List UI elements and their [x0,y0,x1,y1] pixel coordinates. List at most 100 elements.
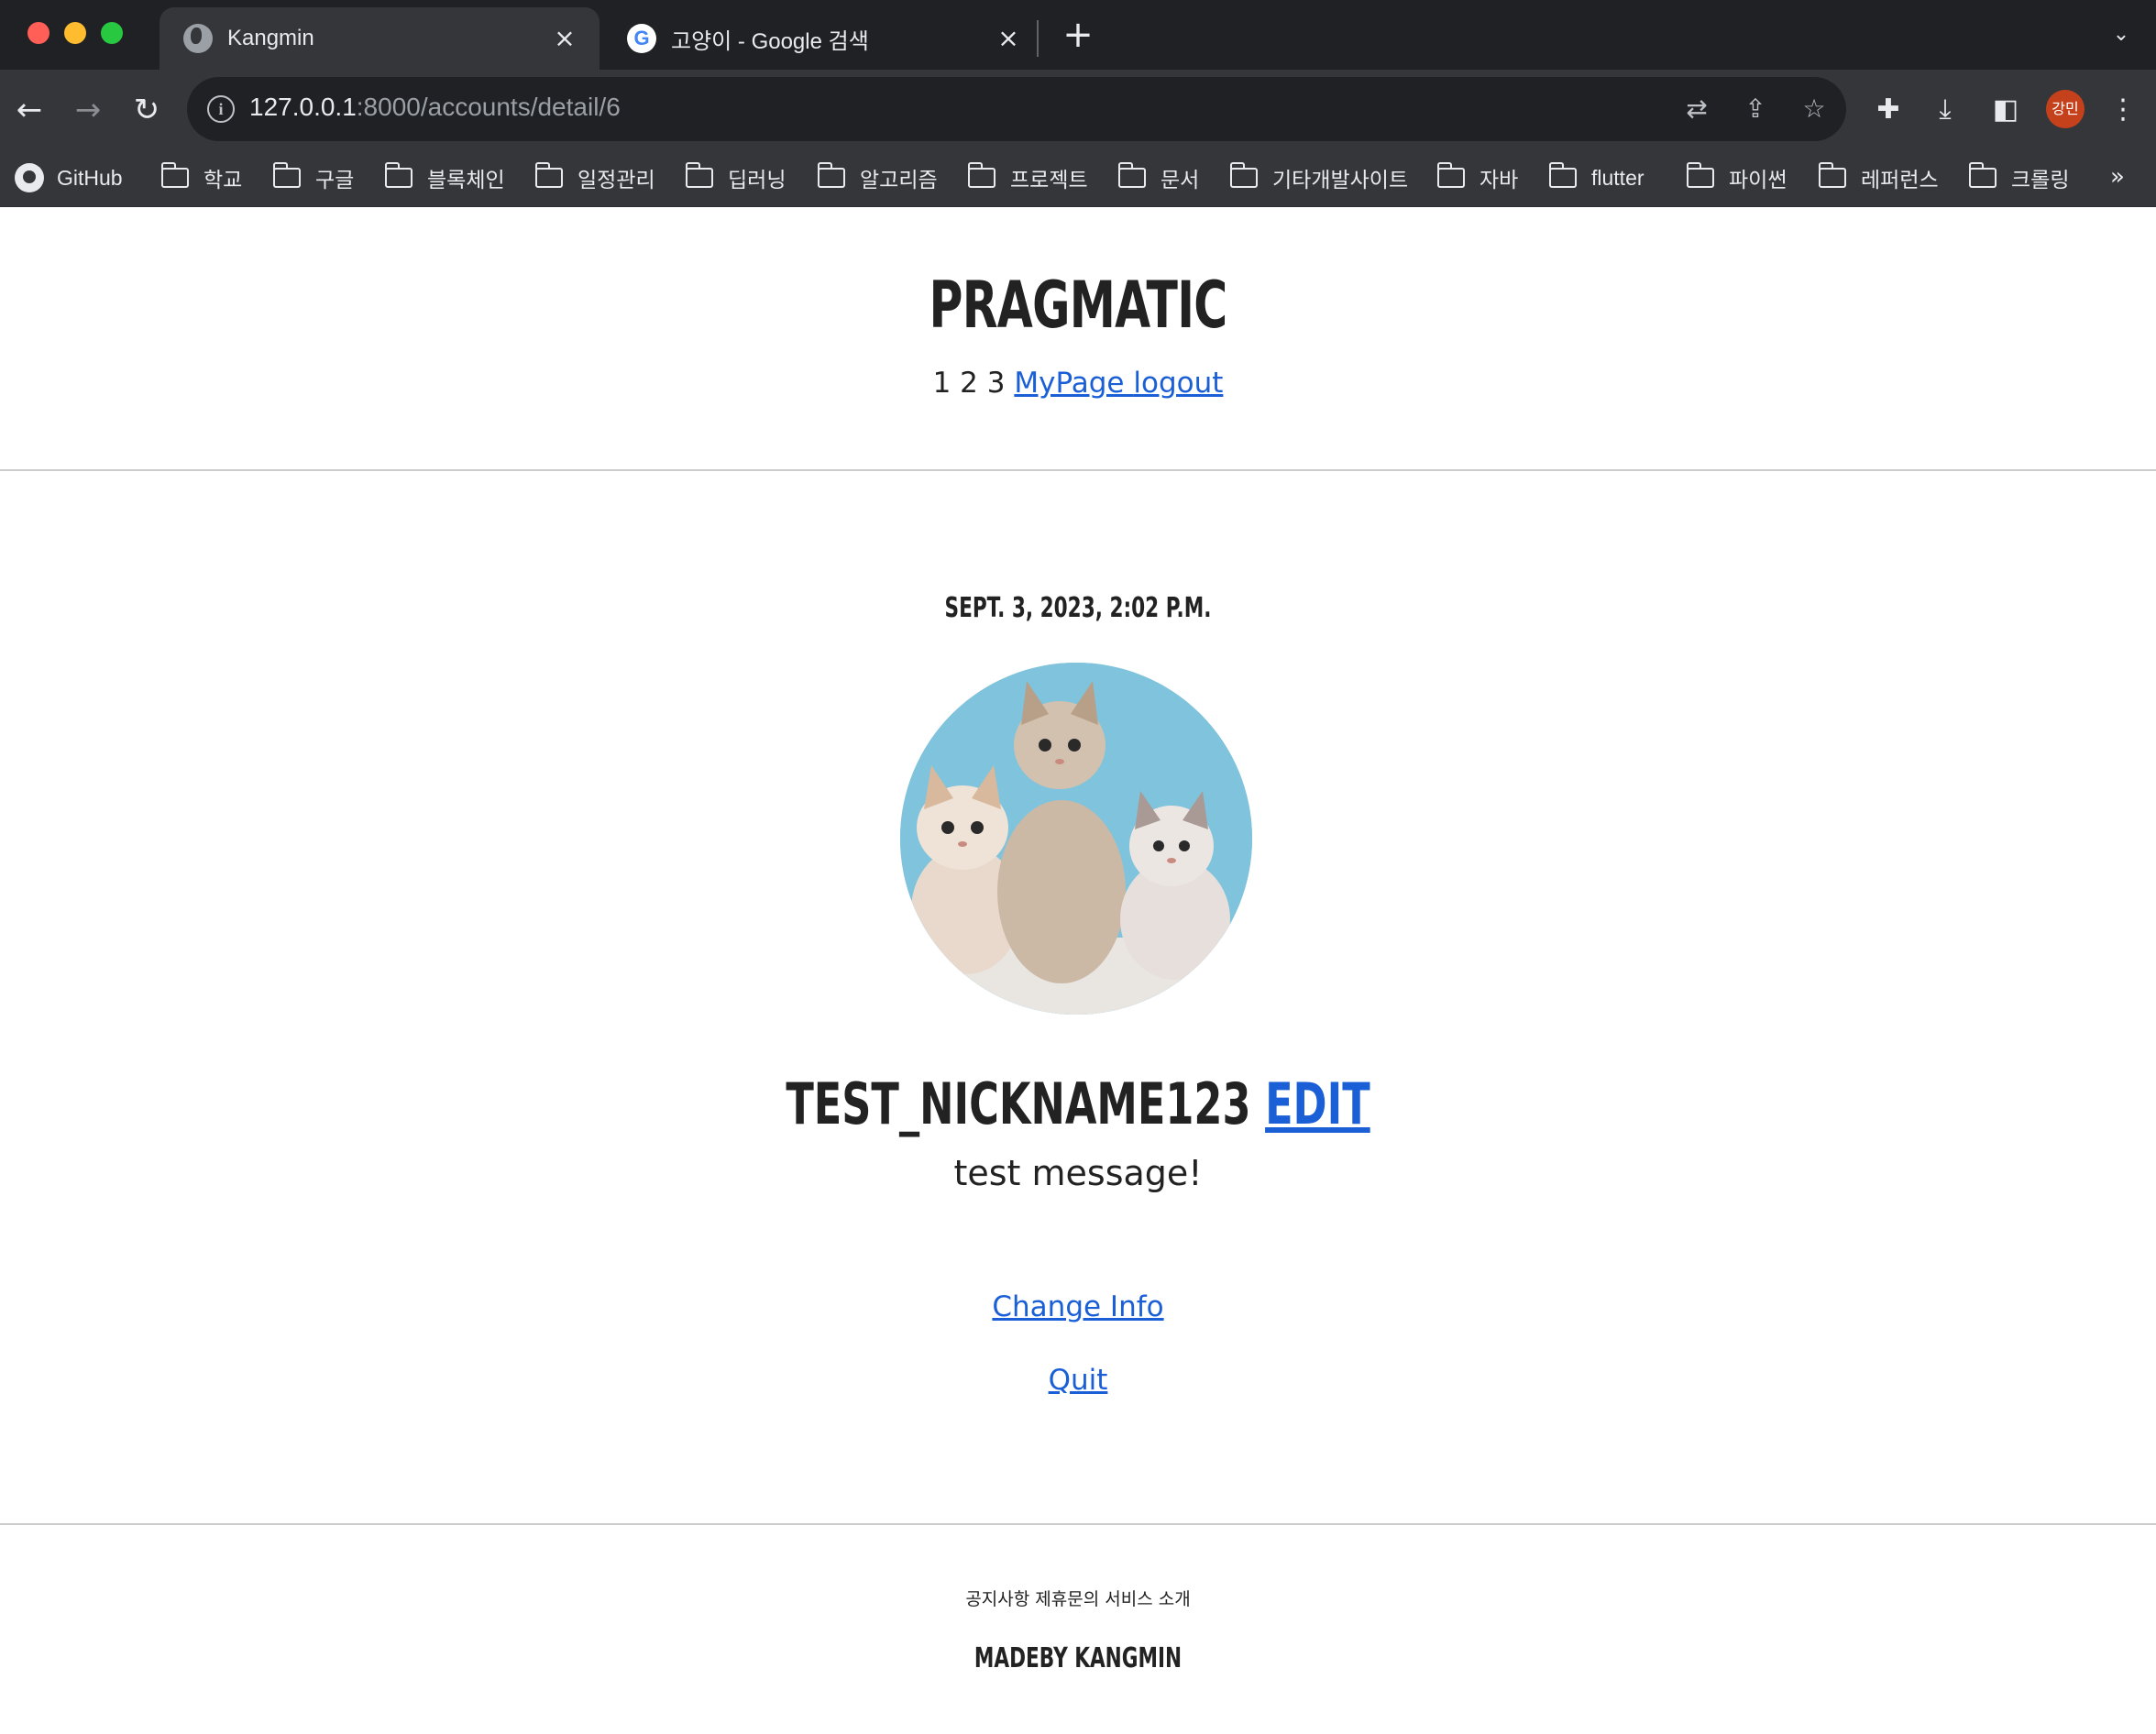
bookmark-folder[interactable]: 문서 [1118,159,1199,196]
folder-icon [686,162,713,188]
url-host: 127.0.0.1 [249,93,357,121]
tab-google-search[interactable]: 고양이 - Google 검색 × [603,7,1043,70]
download-icon[interactable]: ⤓ [1927,92,1964,128]
folder-icon [1118,162,1146,188]
nav-plain-text: 1 2 3 [932,367,1006,400]
google-icon [627,24,656,53]
star-icon[interactable]: ☆ [1798,93,1830,125]
bookmark-label: 블록체인 [427,168,505,192]
bookmark-label: 기타개발사이트 [1272,168,1409,192]
folder-icon [1230,162,1258,188]
tab-separator [1037,20,1039,57]
tab-title: Kangmin [227,26,314,50]
info-icon[interactable]: i [207,95,235,123]
folder-icon [1549,162,1577,188]
profile-image [900,663,1252,1015]
bookmark-label: 문서 [1160,168,1200,192]
bookmark-label: 딥러닝 [728,168,786,192]
new-tab-button[interactable]: + [1060,16,1096,53]
folder-icon [818,162,845,188]
change-info-row: Change Info [0,1290,2156,1323]
bookmarks-bar: GitHub 학교 구글 블록체인 일정관리 딥러닝 알고리즘 프로젝트 문서 … [0,150,2156,207]
nav-space [1125,367,1134,400]
bookmark-folder[interactable]: 파이썬 [1687,159,1787,196]
nickname: test_nickname123 [786,1070,1251,1137]
bookmark-label: 알고리즘 [860,168,938,192]
profile-date: Sept. 3, 2023, 2:02 p.m. [944,592,1212,624]
change-info-link[interactable]: Change Info [992,1290,1163,1323]
profile-message: test message! [953,1153,1203,1193]
url-text[interactable]: 127.0.0.1:8000/accounts/detail/6 [249,93,621,122]
tab-kangmin[interactable]: Kangmin × [160,7,600,70]
bookmark-label: GitHub [57,165,123,190]
profile-avatar[interactable]: 강민 [2046,90,2084,128]
quit-link[interactable]: Quit [1049,1364,1108,1397]
bookmark-folder[interactable]: 일정관리 [535,159,655,196]
mypage-link[interactable]: MyPage [1014,367,1124,400]
kittens-image [900,663,1252,1015]
close-window-button[interactable] [28,22,50,44]
page-content: Pragmatic 1 2 3 MyPage logout Sept. 3, 2… [0,207,2156,1734]
folder-icon [161,162,189,188]
close-icon[interactable]: × [552,26,578,51]
maximize-window-button[interactable] [101,22,123,44]
bookmark-label: 일정관리 [578,168,655,192]
quit-row: Quit [0,1364,2156,1397]
back-arrow-icon[interactable]: ← [6,86,53,134]
folder-icon [385,162,412,188]
bookmark-label: 프로젝트 [1010,168,1088,192]
bookmark-label: 학교 [204,168,243,192]
bookmark-folder[interactable]: flutter [1549,159,1644,196]
bookmark-folder[interactable]: 기타개발사이트 [1230,159,1408,196]
bookmark-github[interactable]: GitHub [15,159,123,196]
globe-icon [183,24,213,53]
edit-link[interactable]: edit [1265,1070,1370,1137]
nickname-row: test_nickname123 edit [302,1070,1854,1137]
tab-title: 고양이 - Google 검색 [671,28,869,54]
forward-arrow-icon[interactable]: → [64,86,112,134]
url-path: :8000/accounts/detail/6 [356,93,621,121]
github-icon [15,163,44,192]
bookmark-label: 파이썬 [1729,168,1788,192]
bookmark-folder[interactable]: 알고리즘 [818,159,938,196]
divider [0,469,2156,471]
bookmark-label: 레퍼런스 [1861,168,1939,192]
more-bookmarks-button[interactable]: » [2110,163,2125,191]
folder-icon [273,162,301,188]
logout-link[interactable]: logout [1133,367,1223,400]
side-panel-icon[interactable]: ◧ [1987,92,2024,128]
bookmark-folder[interactable]: 딥러닝 [686,159,786,196]
site-logo[interactable]: Pragmatic [302,268,1854,343]
bookmark-folder[interactable]: 자바 [1437,159,1518,196]
divider [0,1523,2156,1525]
bookmark-label: 자바 [1480,168,1519,192]
folder-icon [1819,162,1846,188]
bookmark-folder[interactable]: 구글 [273,159,354,196]
bookmark-folder[interactable]: 레퍼런스 [1819,159,1939,196]
footer-links: 공지사항 제휴문의 서비스 소개 [965,1589,1191,1609]
menu-dots-icon[interactable]: ⋮ [2105,92,2141,128]
translate-icon[interactable]: ⇄ [1681,93,1712,125]
folder-icon [1687,162,1714,188]
folder-icon [535,162,563,188]
bookmark-label: flutter [1591,165,1644,190]
folder-icon [1969,162,1996,188]
close-icon[interactable]: × [996,26,1021,51]
bookmark-folder[interactable]: 학교 [161,159,242,196]
folder-icon [1437,162,1465,188]
extensions-icon[interactable]: ✚ [1870,92,1907,128]
bookmark-folder[interactable]: 프로젝트 [968,159,1088,196]
folder-icon [968,162,996,188]
browser-toolbar: ← → ↻ i 127.0.0.1:8000/accounts/detail/6… [0,70,2156,150]
browser-tab-strip: Kangmin × 고양이 - Google 검색 × + ⌄ [0,0,2156,70]
reload-icon[interactable]: ↻ [123,86,170,134]
bookmark-folder[interactable]: 크롤링 [1969,159,2069,196]
chevron-down-icon[interactable]: ⌄ [2108,22,2134,48]
footer-made-by: MadeBy Kangmin [974,1642,1182,1674]
share-icon[interactable]: ⇪ [1740,93,1771,125]
bookmark-label: 구글 [315,168,355,192]
minimize-window-button[interactable] [64,22,86,44]
address-bar[interactable]: i 127.0.0.1:8000/accounts/detail/6 ⇄ ⇪ ☆ [187,77,1846,141]
top-nav: 1 2 3 MyPage logout [0,367,2156,400]
bookmark-folder[interactable]: 블록체인 [385,159,505,196]
